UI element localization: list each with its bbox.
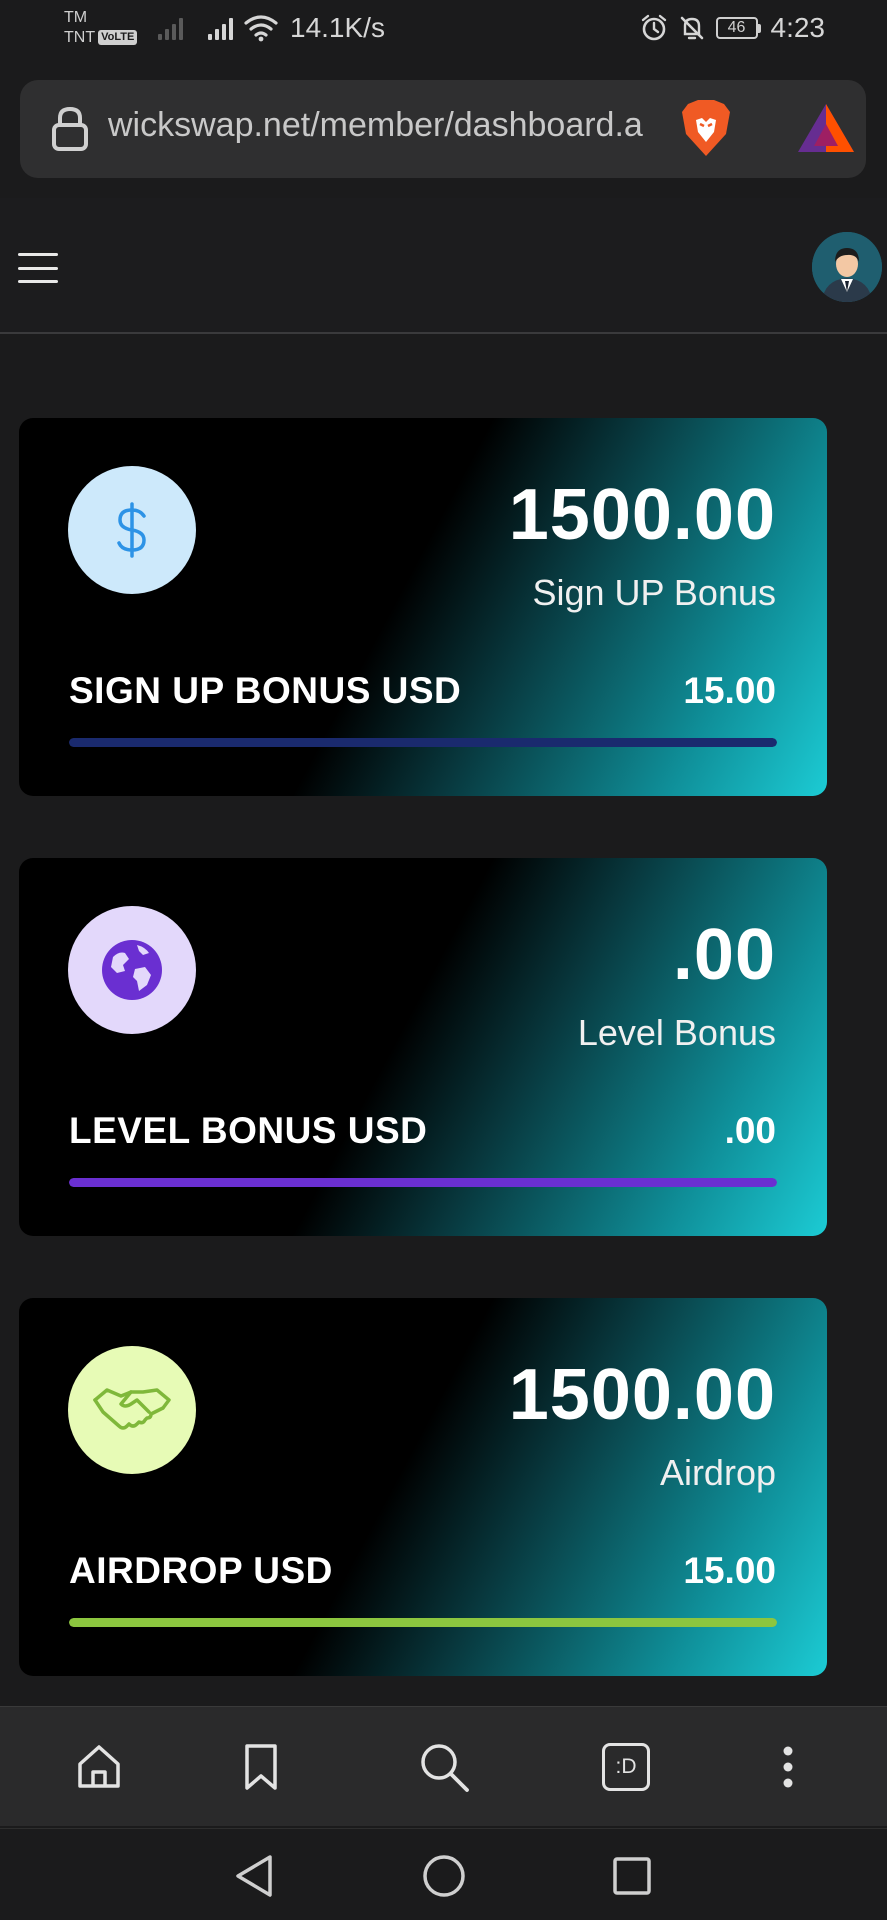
- recents-icon[interactable]: [605, 1849, 659, 1903]
- card-label: LEVEL BONUS USD: [69, 1110, 428, 1151]
- progress-bar: [69, 1618, 777, 1627]
- level-bonus-card[interactable]: .00 Level Bonus LEVEL BONUS USD .00: [19, 858, 827, 1236]
- card-value: .00: [724, 1110, 776, 1151]
- alarm-icon: [641, 14, 666, 41]
- lock-icon[interactable]: [50, 106, 90, 152]
- brave-shield-icon[interactable]: [678, 98, 734, 158]
- carrier-top: TM: [64, 9, 88, 26]
- globe-icon: [68, 906, 196, 1034]
- card-label: AIRDROP USD: [69, 1550, 333, 1591]
- status-bar: TM TNT VoLTE 14.1K/s 46 4:23: [0, 0, 887, 70]
- progress-fill: [69, 1618, 777, 1627]
- signal-icon: [158, 16, 183, 40]
- card-label: SIGN UP BONUS USD: [69, 670, 462, 711]
- airdrop-card[interactable]: 1500.00 Airdrop AIRDROP USD 15.00: [19, 1298, 827, 1676]
- card-value: 15.00: [683, 1550, 776, 1591]
- handshake-icon: [68, 1346, 196, 1474]
- card-subtitle: Sign UP Bonus: [532, 572, 777, 613]
- carrier-info: TM TNT VoLTE: [64, 8, 138, 48]
- card-amount: 1500.00: [508, 1355, 776, 1435]
- dollar-icon: [68, 466, 196, 594]
- progress-fill: [69, 1178, 777, 1187]
- home-circle-icon[interactable]: [417, 1849, 471, 1903]
- battery-icon: 46: [715, 17, 761, 39]
- wifi-icon: [244, 15, 278, 42]
- person-icon: [812, 232, 882, 302]
- back-icon[interactable]: [227, 1849, 281, 1903]
- search-icon[interactable]: [414, 1737, 474, 1797]
- url-text[interactable]: wickswap.net/member/dashboard.a: [108, 106, 660, 145]
- signal-icon: [208, 16, 233, 40]
- volte-badge: VoLTE: [98, 30, 138, 46]
- carrier-bottom: TNT: [64, 29, 96, 46]
- more-icon[interactable]: [758, 1737, 818, 1797]
- card-amount: .00: [672, 915, 776, 995]
- card-subtitle: Airdrop: [659, 1452, 776, 1493]
- progress-bar: [69, 738, 777, 747]
- network-speed: 14.1K/s: [290, 12, 385, 43]
- bookmark-icon[interactable]: [231, 1737, 291, 1797]
- card-value: 15.00: [683, 670, 776, 711]
- address-bar[interactable]: wickswap.net/member/dashboard.a: [20, 80, 866, 178]
- mute-icon: [680, 16, 703, 40]
- clock: 4:23: [770, 12, 826, 43]
- signup-bonus-card[interactable]: 1500.00 Sign UP Bonus SIGN UP BONUS USD …: [19, 418, 827, 796]
- browser-toolbar: :D: [0, 1706, 887, 1826]
- tab-count: :D: [602, 1743, 650, 1791]
- battery-level: 46: [715, 17, 758, 39]
- tabs-icon[interactable]: :D: [596, 1737, 656, 1797]
- card-subtitle: Level Bonus: [577, 1012, 776, 1053]
- card-amount: 1500.00: [508, 475, 776, 555]
- hamburger-menu-icon[interactable]: [18, 253, 58, 283]
- home-icon[interactable]: [69, 1737, 129, 1797]
- progress-fill: [69, 738, 777, 747]
- bat-rewards-icon[interactable]: [796, 102, 856, 154]
- progress-bar: [69, 1178, 777, 1187]
- app-header: [0, 198, 887, 334]
- android-nav-bar: [0, 1828, 887, 1920]
- user-avatar[interactable]: [812, 232, 882, 302]
